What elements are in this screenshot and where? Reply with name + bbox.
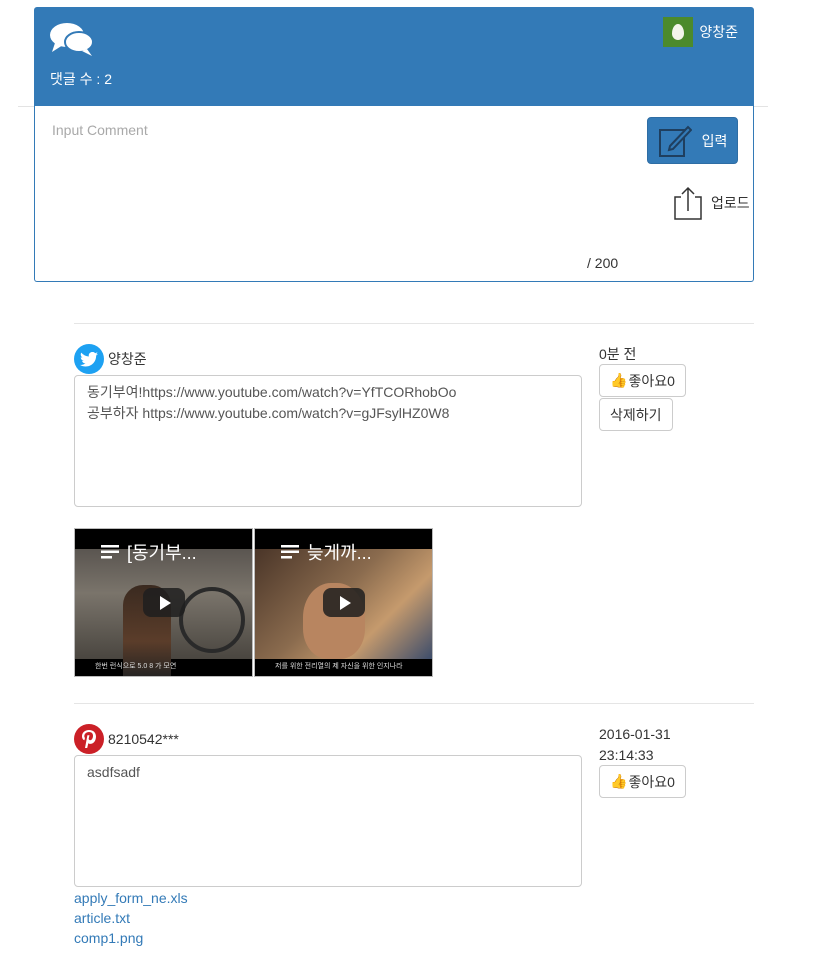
upload-icon bbox=[674, 186, 702, 220]
pinterest-icon bbox=[74, 724, 104, 754]
char-counter: / 200 bbox=[587, 255, 619, 271]
upload-label: 업로드 bbox=[711, 195, 750, 211]
like-label: 좋아요0 bbox=[628, 773, 675, 790]
video-title[interactable]: [동기부... bbox=[101, 539, 197, 565]
egg-avatar-icon bbox=[663, 17, 694, 47]
comment-author: 양창준 bbox=[74, 344, 147, 374]
comment-body: asdfsadf bbox=[74, 755, 582, 887]
youtube-embed[interactable]: 한번 런식으로 5.0 8 가 모연 [동기부... bbox=[74, 528, 253, 677]
submit-button[interactable]: 입력 bbox=[647, 117, 738, 164]
delete-button[interactable]: 삭제하기 bbox=[599, 398, 673, 431]
attachment-link[interactable]: apply_form_ne.xls bbox=[74, 890, 188, 906]
comment-author-name: 8210542*** bbox=[108, 731, 179, 747]
attachment-link[interactable]: comp1.png bbox=[74, 930, 143, 946]
comment-author: 8210542*** bbox=[74, 724, 179, 754]
edit-icon bbox=[658, 125, 692, 157]
play-icon[interactable] bbox=[323, 588, 365, 617]
comment-time: 0분 전 bbox=[599, 346, 637, 362]
comment-input-area[interactable]: Input Comment 입력 업로드 / 200 bbox=[34, 106, 754, 282]
video-title[interactable]: 늦게까... bbox=[281, 539, 372, 565]
comment-header: 댓글 수 : 2 양창준 bbox=[34, 7, 754, 106]
twitter-icon bbox=[74, 344, 104, 374]
current-user-name: 양창준 bbox=[699, 24, 738, 40]
playlist-icon bbox=[101, 545, 119, 559]
thumbs-up-icon: 👍 bbox=[610, 372, 628, 388]
like-button[interactable]: 👍 좋아요0 bbox=[599, 765, 686, 798]
delete-label: 삭제하기 bbox=[610, 406, 662, 423]
like-label: 좋아요0 bbox=[628, 372, 675, 389]
like-button[interactable]: 👍 좋아요0 bbox=[599, 364, 686, 397]
video-title-text: 늦게까... bbox=[307, 543, 372, 563]
upload-button[interactable]: 업로드 bbox=[673, 185, 750, 221]
comment-count: 댓글 수 : 2 bbox=[50, 71, 112, 87]
thumbs-up-icon: 👍 bbox=[610, 773, 628, 789]
comment-divider bbox=[74, 703, 754, 704]
submit-label: 입력 bbox=[701, 132, 728, 149]
comment-clock: 23:14:33 bbox=[599, 747, 654, 763]
comment-date: 2016-01-31 bbox=[599, 726, 671, 742]
play-icon[interactable] bbox=[143, 588, 185, 617]
youtube-embed[interactable]: 저를 위한 전리열의 제 자신을 위한 인지나라 늦게까... bbox=[254, 528, 433, 677]
comment-time: 2016-01-31 23:14:33 bbox=[599, 724, 671, 766]
attachment-link[interactable]: article.txt bbox=[74, 910, 130, 926]
comment-author-name: 양창준 bbox=[108, 351, 147, 367]
playlist-icon bbox=[281, 545, 299, 559]
comment-divider bbox=[74, 323, 754, 324]
comment-body: 동기부여!https://www.youtube.com/watch?v=YfT… bbox=[74, 375, 582, 507]
comments-icon bbox=[50, 23, 94, 56]
current-user[interactable]: 양창준 bbox=[663, 17, 738, 47]
comment-textarea-placeholder[interactable]: Input Comment bbox=[52, 122, 148, 138]
video-title-text: [동기부... bbox=[127, 543, 197, 563]
